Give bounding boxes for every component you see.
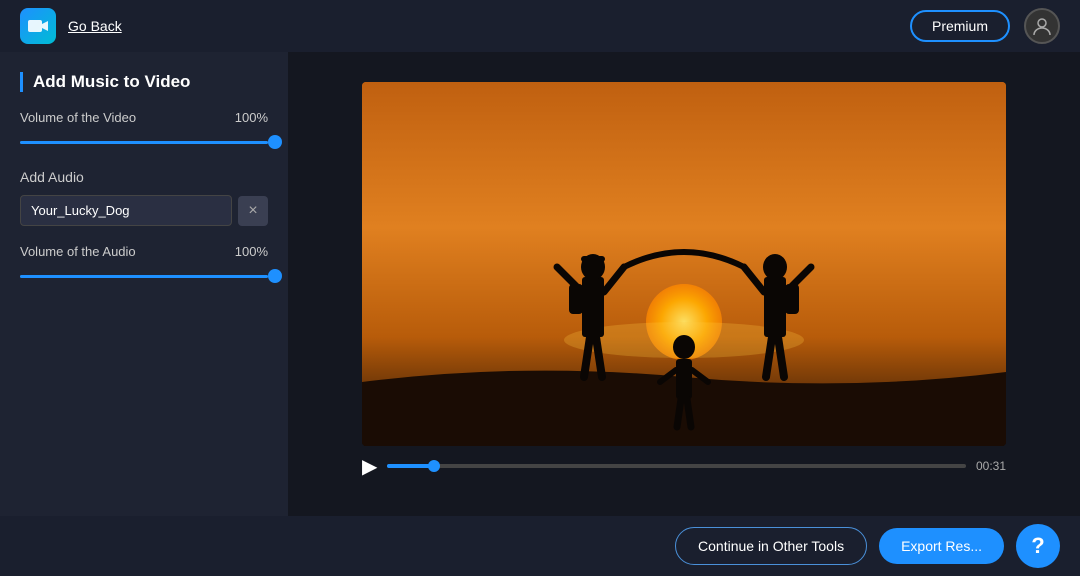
header-left: Go Back xyxy=(20,8,122,44)
volume-video-fill xyxy=(20,141,268,144)
volume-audio-fill xyxy=(20,275,268,278)
volume-video-slider[interactable] xyxy=(20,133,268,151)
premium-button[interactable]: Premium xyxy=(910,10,1010,42)
audio-input-row: × xyxy=(20,195,268,226)
volume-video-label: Volume of the Video xyxy=(20,110,136,125)
audio-filename-input[interactable] xyxy=(20,195,232,226)
add-audio-label: Add Audio xyxy=(20,169,268,185)
sidebar: Add Music to Video Volume of the Video 1… xyxy=(0,52,288,516)
video-wrapper xyxy=(362,82,1006,446)
volume-video-group: Volume of the Video 100% xyxy=(20,110,268,151)
progress-thumb[interactable] xyxy=(428,460,440,472)
clear-audio-button[interactable]: × xyxy=(238,196,268,226)
sidebar-title: Add Music to Video xyxy=(20,72,268,92)
volume-audio-track xyxy=(20,275,268,278)
continue-button[interactable]: Continue in Other Tools xyxy=(675,527,867,565)
go-back-button[interactable]: Go Back xyxy=(68,18,122,34)
volume-audio-slider[interactable] xyxy=(20,267,268,285)
volume-video-track xyxy=(20,141,268,144)
time-display: 00:31 xyxy=(976,459,1006,473)
volume-video-value: 100% xyxy=(235,110,268,125)
add-audio-section: Add Audio × xyxy=(20,169,268,226)
header-right: Premium xyxy=(910,8,1060,44)
export-button[interactable]: Export Res... xyxy=(879,528,1004,564)
volume-audio-thumb[interactable] xyxy=(268,269,282,283)
app-logo xyxy=(20,8,56,44)
help-button[interactable]: ? xyxy=(1016,524,1060,568)
play-button[interactable]: ▶ xyxy=(362,454,377,479)
volume-audio-label: Volume of the Audio xyxy=(20,244,136,259)
volume-audio-value: 100% xyxy=(235,244,268,259)
header: Go Back Premium xyxy=(0,0,1080,52)
video-controls: ▶ 00:31 xyxy=(362,446,1006,487)
progress-track[interactable] xyxy=(387,464,966,468)
main-content: Add Music to Video Volume of the Video 1… xyxy=(0,52,1080,516)
volume-audio-group: Volume of the Audio 100% xyxy=(20,244,268,285)
volume-video-row: Volume of the Video 100% xyxy=(20,110,268,125)
volume-audio-row: Volume of the Audio 100% xyxy=(20,244,268,259)
bottom-bar: Continue in Other Tools Export Res... ? xyxy=(0,516,1080,576)
video-thumbnail xyxy=(362,82,1006,446)
video-area: ▶ 00:31 xyxy=(288,52,1080,516)
user-avatar[interactable] xyxy=(1024,8,1060,44)
volume-video-thumb[interactable] xyxy=(268,135,282,149)
